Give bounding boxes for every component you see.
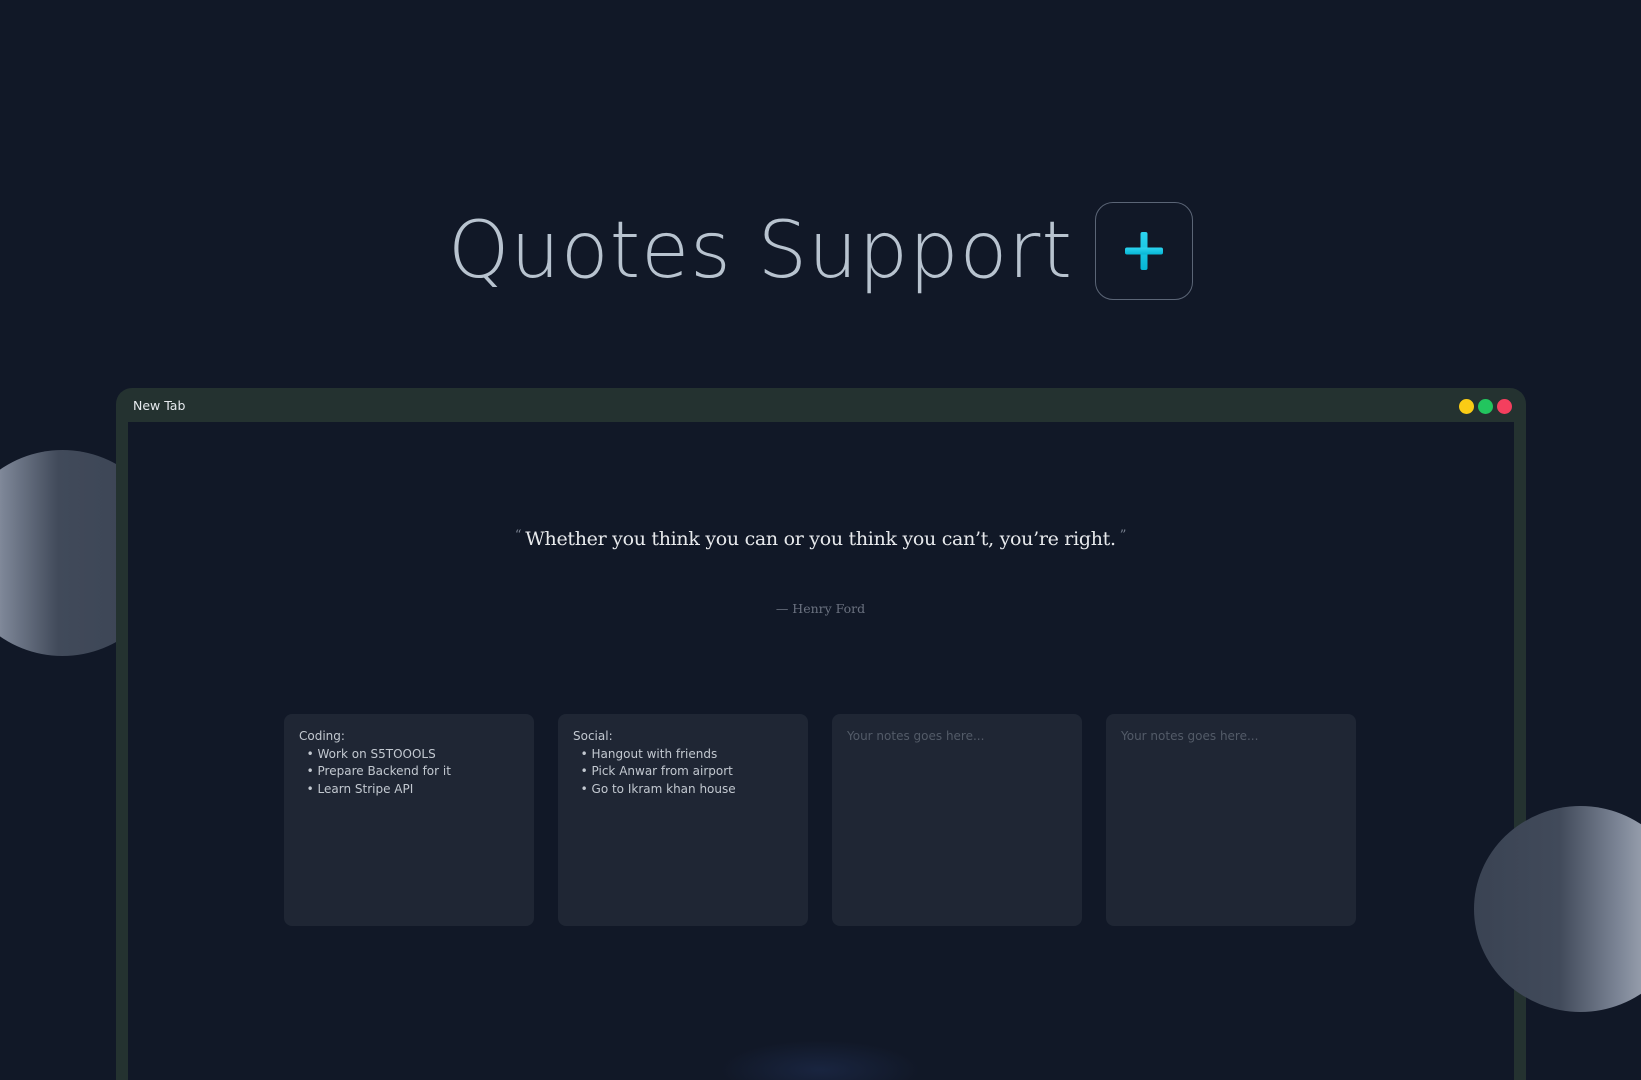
note-card[interactable]: Social: • Hangout with friends • Pick An… [558,714,808,926]
quote-open-mark: “ [514,528,522,543]
tab-title[interactable]: New Tab [133,398,185,413]
note-line: • Learn Stripe API [299,782,414,797]
note-line: • Pick Anwar from airport [573,764,733,779]
hero-heading: Quotes Support [0,202,1641,300]
note-line: Coding: [299,729,345,743]
note-line: • Hangout with friends [573,746,718,761]
note-card[interactable]: Coding: • Work on S5TOOOLS • Prepare Bac… [284,714,534,926]
notes-grid: Coding: • Work on S5TOOOLS • Prepare Bac… [284,714,1356,926]
note-line: Social: [573,729,613,743]
add-button[interactable] [1094,202,1193,300]
window-controls [1459,399,1512,414]
quote: “Whether you think you can or you think … [0,528,1641,550]
close-dot[interactable] [1497,399,1512,414]
page-title: Quotes Support [448,206,1073,296]
note-card[interactable]: Your notes goes here... [832,714,1082,926]
page: Quotes Support New Tab “Whether you thin… [0,0,1641,1080]
note-line: • Work on S5TOOOLS [299,746,436,761]
note-line: • Go to Ikram khan house [573,782,736,797]
quote-close-mark: ” [1119,528,1127,543]
minimize-dot[interactable] [1459,399,1474,414]
quote-author: — Henry Ford [775,601,866,616]
note-card[interactable]: Your notes goes here... [1106,714,1356,926]
quote-text: Whether you think you can or you think y… [525,528,1116,550]
plus-icon [1124,232,1163,270]
note-line: • Prepare Backend for it [299,764,451,779]
note-placeholder: Your notes goes here... [847,729,985,743]
maximize-dot[interactable] [1478,399,1493,414]
note-placeholder: Your notes goes here... [1121,729,1259,743]
